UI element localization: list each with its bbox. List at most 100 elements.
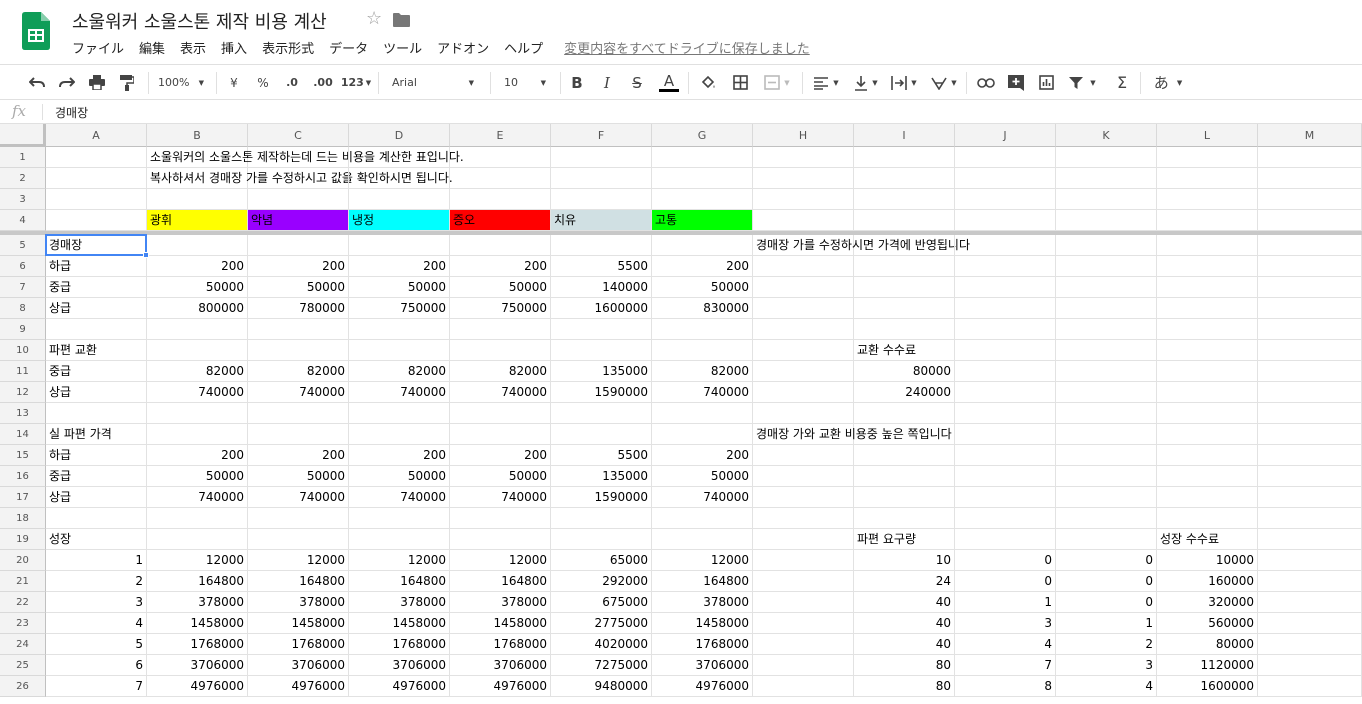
cell-c1[interactable]: [248, 147, 349, 168]
cell-k11[interactable]: [1056, 361, 1157, 382]
font-size-select[interactable]: 10 ▼: [496, 65, 554, 100]
cell-f15[interactable]: 5500: [551, 445, 652, 466]
row-header-14[interactable]: 14: [0, 424, 46, 445]
cell-i2[interactable]: [854, 168, 955, 189]
cell-k5[interactable]: [1056, 235, 1157, 256]
cell-g26[interactable]: 4976000: [652, 676, 753, 697]
cell-l5[interactable]: [1157, 235, 1258, 256]
cell-a15[interactable]: 하급: [46, 445, 147, 466]
cell-g20[interactable]: 12000: [652, 550, 753, 571]
cell-f25[interactable]: 7275000: [551, 655, 652, 676]
cell-c26[interactable]: 4976000: [248, 676, 349, 697]
cell-i6[interactable]: [854, 256, 955, 277]
cell-g4[interactable]: 고통: [652, 210, 753, 231]
cell-e26[interactable]: 4976000: [450, 676, 551, 697]
font-select[interactable]: Arial ▼: [384, 65, 482, 100]
print-icon[interactable]: [86, 65, 108, 100]
cell-m24[interactable]: [1258, 634, 1362, 655]
cell-b8[interactable]: 800000: [147, 298, 248, 319]
cell-k2[interactable]: [1056, 168, 1157, 189]
cell-l1[interactable]: [1157, 147, 1258, 168]
cell-i21[interactable]: 24: [854, 571, 955, 592]
paint-format-icon[interactable]: [116, 65, 138, 100]
cell-k25[interactable]: 3: [1056, 655, 1157, 676]
cell-e6[interactable]: 200: [450, 256, 551, 277]
cell-j7[interactable]: [955, 277, 1056, 298]
row-header-9[interactable]: 9: [0, 319, 46, 340]
column-header-i[interactable]: I: [854, 124, 955, 147]
cell-c17[interactable]: 740000: [248, 487, 349, 508]
cell-f2[interactable]: [551, 168, 652, 189]
cell-m20[interactable]: [1258, 550, 1362, 571]
cell-i17[interactable]: [854, 487, 955, 508]
cell-k18[interactable]: [1056, 508, 1157, 529]
cell-h25[interactable]: [753, 655, 854, 676]
cell-b25[interactable]: 3706000: [147, 655, 248, 676]
cell-a8[interactable]: 상급: [46, 298, 147, 319]
cell-m21[interactable]: [1258, 571, 1362, 592]
functions-icon[interactable]: Σ: [1110, 65, 1134, 100]
cell-c3[interactable]: [248, 189, 349, 210]
cell-i20[interactable]: 10: [854, 550, 955, 571]
cell-h24[interactable]: [753, 634, 854, 655]
row-header-3[interactable]: 3: [0, 189, 46, 210]
cell-m4[interactable]: [1258, 210, 1362, 231]
cell-l25[interactable]: 1120000: [1157, 655, 1258, 676]
column-header-b[interactable]: B: [147, 124, 248, 147]
cell-i5[interactable]: [854, 235, 955, 256]
cell-e21[interactable]: 164800: [450, 571, 551, 592]
cell-h1[interactable]: [753, 147, 854, 168]
cell-l23[interactable]: 560000: [1157, 613, 1258, 634]
cell-e25[interactable]: 3706000: [450, 655, 551, 676]
cell-f23[interactable]: 2775000: [551, 613, 652, 634]
cell-j15[interactable]: [955, 445, 1056, 466]
cell-f11[interactable]: 135000: [551, 361, 652, 382]
cell-b21[interactable]: 164800: [147, 571, 248, 592]
cell-k10[interactable]: [1056, 340, 1157, 361]
row-header-19[interactable]: 19: [0, 529, 46, 550]
cell-h5[interactable]: 경매장 가를 수정하시면 가격에 반영됩니다: [753, 235, 970, 256]
cell-f19[interactable]: [551, 529, 652, 550]
cell-c4[interactable]: 악념: [248, 210, 349, 231]
cell-c24[interactable]: 1768000: [248, 634, 349, 655]
cell-j17[interactable]: [955, 487, 1056, 508]
cell-m9[interactable]: [1258, 319, 1362, 340]
cell-h23[interactable]: [753, 613, 854, 634]
cell-f17[interactable]: 1590000: [551, 487, 652, 508]
cell-i9[interactable]: [854, 319, 955, 340]
cell-f18[interactable]: [551, 508, 652, 529]
cell-k20[interactable]: 0: [1056, 550, 1157, 571]
cell-f20[interactable]: 65000: [551, 550, 652, 571]
row-header-4[interactable]: 4: [0, 210, 46, 231]
cell-e24[interactable]: 1768000: [450, 634, 551, 655]
cell-k16[interactable]: [1056, 466, 1157, 487]
cell-h17[interactable]: [753, 487, 854, 508]
cell-g15[interactable]: 200: [652, 445, 753, 466]
sheet-grid[interactable]: A B C D E F G H I J K L M 1 소울워커의 소울스톤 제작하는데 드는 비용을 계산…: [0, 124, 1362, 704]
cell-d4[interactable]: 냉정: [349, 210, 450, 231]
merge-cells-icon[interactable]: ▼: [758, 65, 796, 100]
cell-c23[interactable]: 1458000: [248, 613, 349, 634]
cell-j3[interactable]: [955, 189, 1056, 210]
cell-j14[interactable]: [955, 424, 1056, 445]
cell-c19[interactable]: [248, 529, 349, 550]
cell-b26[interactable]: 4976000: [147, 676, 248, 697]
cell-i1[interactable]: [854, 147, 955, 168]
cell-d14[interactable]: [349, 424, 450, 445]
cell-b14[interactable]: [147, 424, 248, 445]
cell-d5[interactable]: [349, 235, 450, 256]
cell-i24[interactable]: 40: [854, 634, 955, 655]
increase-decimal-button[interactable]: .00: [310, 65, 336, 100]
cell-i8[interactable]: [854, 298, 955, 319]
cell-i19[interactable]: 파편 요구량: [854, 529, 955, 550]
filter-icon[interactable]: ▼: [1062, 65, 1102, 100]
cell-e3[interactable]: [450, 189, 551, 210]
cell-e2[interactable]: [450, 168, 551, 189]
cell-e12[interactable]: 740000: [450, 382, 551, 403]
row-header-23[interactable]: 23: [0, 613, 46, 634]
cell-f9[interactable]: [551, 319, 652, 340]
cell-j8[interactable]: [955, 298, 1056, 319]
column-header-a[interactable]: A: [46, 124, 147, 147]
cell-a18[interactable]: [46, 508, 147, 529]
cell-i13[interactable]: [854, 403, 955, 424]
